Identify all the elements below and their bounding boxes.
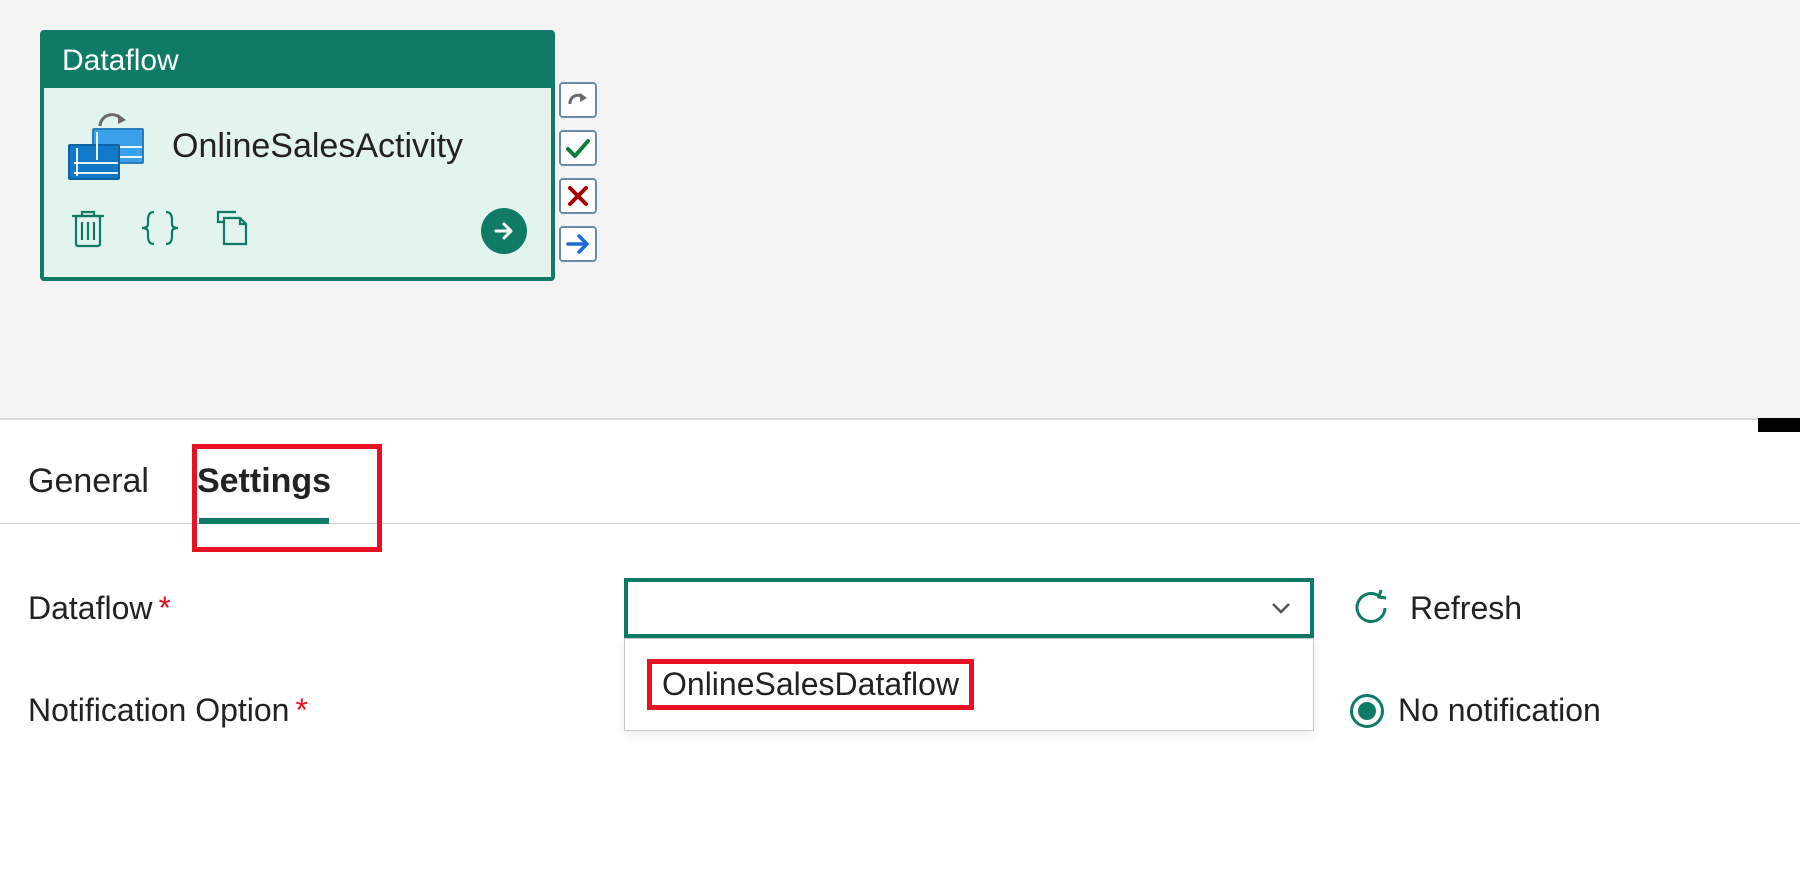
x-icon[interactable] (559, 178, 597, 214)
refresh-button[interactable]: Refresh (1350, 587, 1772, 629)
radio-icon (1350, 694, 1384, 728)
arrow-right-icon[interactable] (559, 226, 597, 262)
dataflow-label: Dataflow* (28, 590, 588, 627)
dataflow-row: Dataflow* Refresh OnlineSalesDataflow (28, 578, 1772, 638)
dataflow-activity-node[interactable]: Dataflow OnlineSalesActivity (40, 30, 555, 281)
notification-selected-label: No notification (1398, 692, 1601, 729)
pipeline-canvas[interactable]: Dataflow OnlineSalesActivity (0, 0, 1800, 418)
chevron-down-icon (1270, 601, 1292, 615)
dataflow-option-highlight: OnlineSalesDataflow (647, 659, 974, 710)
refresh-icon (1350, 587, 1392, 629)
settings-tabs: General Settings (0, 420, 1800, 524)
dataflow-icon (68, 114, 148, 178)
redo-icon[interactable] (559, 82, 597, 118)
node-connector-badges (559, 82, 597, 262)
check-icon[interactable] (559, 130, 597, 166)
run-arrow-button[interactable] (481, 208, 527, 254)
tab-general[interactable]: General (28, 462, 149, 523)
refresh-label: Refresh (1410, 590, 1522, 627)
activity-settings-panel: General Settings Dataflow* Refresh (0, 420, 1800, 729)
dataflow-dropdown: OnlineSalesDataflow (624, 638, 1314, 731)
copy-icon[interactable] (212, 206, 252, 255)
delete-icon[interactable] (68, 206, 108, 255)
node-title: OnlineSalesActivity (172, 127, 463, 166)
notification-no-notification[interactable]: No notification (1350, 692, 1772, 729)
dataflow-option-onlinesalesdataflow[interactable]: OnlineSalesDataflow (639, 649, 1299, 720)
dataflow-select[interactable] (624, 578, 1314, 638)
code-braces-icon[interactable] (138, 206, 182, 255)
tab-settings[interactable]: Settings (197, 462, 331, 523)
notification-label: Notification Option* (28, 692, 588, 729)
node-type-label: Dataflow (44, 34, 551, 88)
